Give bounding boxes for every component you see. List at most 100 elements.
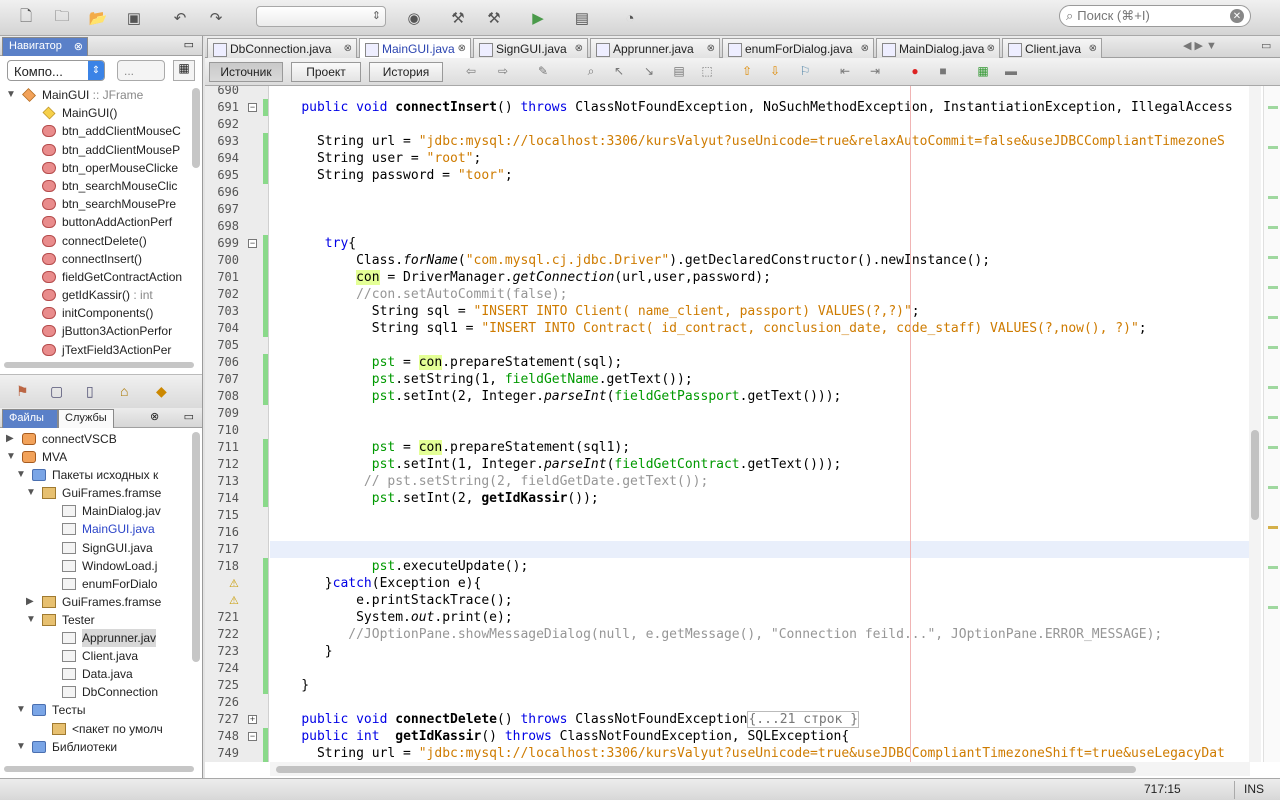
change-stripe-mark[interactable] (1268, 606, 1278, 609)
tree-item[interactable]: enumForDialo (0, 575, 190, 593)
warning-icon[interactable]: ⚠ (229, 594, 239, 607)
close-tab-icon[interactable]: ⊗ (344, 43, 352, 54)
stop-macro-icon[interactable]: ■ (935, 64, 951, 80)
fold-collapse-icon[interactable]: − (248, 239, 257, 248)
change-stripe-mark[interactable] (1268, 446, 1278, 449)
tree-item[interactable]: MainGUI.java (0, 520, 190, 538)
navigator-hscrollbar[interactable] (4, 362, 194, 368)
new-file-icon[interactable]: 🗋 (14, 6, 38, 30)
tree-item[interactable]: fieldGetContractAction (0, 268, 190, 286)
editor-tab[interactable]: SignGUI.java ⊗ (473, 38, 588, 58)
tree-item[interactable]: MainGUI() (0, 104, 190, 122)
tree-item[interactable]: jButton3ActionPerfor (0, 322, 190, 340)
inherited-filter-icon[interactable]: ◆ (156, 383, 167, 400)
tree-item[interactable]: ▼ Тесты (0, 701, 190, 719)
collapse-arrow-icon[interactable]: ▼ (16, 466, 26, 484)
close-icon[interactable]: ⊗ (74, 40, 83, 53)
fold-collapse-icon[interactable]: − (248, 732, 257, 741)
tree-item[interactable]: MainDialog.jav (0, 502, 190, 520)
code-line[interactable]: pst = con.prepareStatement(sql); (270, 354, 622, 371)
start-macro-icon[interactable]: ● (907, 64, 923, 80)
tree-item[interactable]: initComponents() (0, 304, 190, 322)
collapse-arrow-icon[interactable]: ▼ (26, 484, 36, 502)
shift-left-icon[interactable]: ⇤ (837, 64, 853, 80)
configuration-select[interactable] (256, 6, 386, 27)
tree-item[interactable]: buttonAddActionPerf (0, 213, 190, 231)
code-line[interactable]: pst = con.prepareStatement(sql1); (270, 439, 630, 456)
tree-item[interactable]: jTextField3ActionPer (0, 341, 190, 359)
profile-icon[interactable]: ◔ (618, 6, 642, 30)
navigator-filter-secondary[interactable]: ... (117, 60, 165, 81)
run-icon[interactable]: ▶ (526, 6, 550, 30)
change-stripe-mark[interactable] (1268, 286, 1278, 289)
editor-vertical-thumb[interactable] (1251, 430, 1259, 520)
editor-vertical-scrollbar[interactable] (1249, 86, 1261, 762)
code-line[interactable]: public void connectDelete() throws Class… (270, 711, 860, 728)
editor-tab[interactable]: Apprunner.java ⊗ (590, 38, 720, 58)
next-bookmark-icon[interactable]: ⇩ (767, 64, 783, 80)
tree-item[interactable]: DbConnection (0, 683, 190, 701)
tree-item[interactable]: getIdKassir() : int (0, 286, 190, 304)
change-stripe-mark[interactable] (1268, 316, 1278, 319)
code-line[interactable]: System.out.print(e); (270, 609, 513, 626)
editor-tab[interactable]: DbConnection.java ⊗ (207, 38, 357, 58)
clean-build-icon[interactable]: ⚒ (482, 6, 506, 30)
tree-item[interactable]: btn_searchMouseClic (0, 177, 190, 195)
tree-item[interactable]: ▼ MVA (0, 448, 190, 466)
change-stripe-mark[interactable] (1268, 256, 1278, 259)
tree-item[interactable]: btn_operMouseClicke (0, 159, 190, 177)
expand-arrow-icon[interactable]: ▶ (6, 430, 14, 448)
code-line[interactable]: pst.setString(1, fieldGetName.getText())… (270, 371, 693, 388)
redo-icon[interactable]: ↷ (204, 6, 228, 30)
tree-item[interactable]: WindowLoad.j (0, 557, 190, 575)
tree-item[interactable]: btn_searchMousePre (0, 195, 190, 213)
tab-history[interactable]: История (369, 62, 443, 82)
navigator-settings-icon[interactable]: ▦ (173, 60, 195, 81)
find-next-icon[interactable]: ↘ (641, 64, 657, 80)
tab-scroll-left-icon[interactable]: ◀ ▶ ▼ (1183, 39, 1217, 52)
code-area[interactable]: public void connectInsert() throws Class… (270, 86, 1250, 762)
tab-files[interactable]: Файлы (2, 409, 58, 428)
editor-tab[interactable]: MainDialog.java ⊗ (876, 38, 1000, 58)
collapse-arrow-icon[interactable]: ▼ (26, 611, 36, 629)
undo-icon[interactable]: ↶ (168, 6, 192, 30)
close-tab-icon[interactable]: ⊗ (707, 43, 715, 54)
minimize-icon[interactable]: ▭ (184, 410, 194, 423)
tree-item[interactable]: ▼ Tester (0, 611, 190, 629)
tree-item[interactable]: Data.java (0, 665, 190, 683)
code-line[interactable]: //JOptionPane.showMessageDialog(null, e.… (270, 626, 1162, 643)
tree-item[interactable]: ▼ Библиотеки (0, 738, 190, 756)
tree-item[interactable]: ▼ MainGUI :: JFrame (0, 86, 190, 104)
find-previous-icon[interactable]: ↖ (611, 64, 627, 80)
tree-item[interactable]: ▼ GuiFrames.framse (0, 484, 190, 502)
code-line[interactable]: String sql1 = "INSERT INTO Contract( id_… (270, 320, 1147, 337)
code-line[interactable]: String password = "toor"; (270, 167, 513, 184)
last-edit-icon[interactable]: ✎ (535, 64, 551, 80)
tree-item[interactable]: Client.java (0, 647, 190, 665)
forward-icon[interactable]: ⇨ (495, 64, 511, 80)
close-icon[interactable]: ⊗ (150, 410, 159, 423)
search-box[interactable]: ⌕ Поиск (⌘+I) ✕ (1059, 5, 1251, 27)
toggle-highlight-icon[interactable]: ▤ (671, 64, 687, 80)
toggle-bookmark-icon[interactable]: ⚐ (797, 64, 813, 80)
change-stripe-mark[interactable] (1268, 386, 1278, 389)
navigator-scrollbar[interactable] (192, 88, 200, 168)
clear-search-icon[interactable]: ✕ (1230, 9, 1244, 23)
code-line[interactable]: Class.forName("com.mysql.cj.jdbc.Driver"… (270, 252, 990, 269)
code-line[interactable]: e.printStackTrace(); (270, 592, 513, 609)
code-line[interactable]: pst.setInt(1, Integer.parseInt(fieldGetC… (270, 456, 842, 473)
warning-icon[interactable]: ⚠ (229, 577, 239, 590)
code-line[interactable]: try{ (270, 235, 356, 252)
tree-item[interactable]: SignGUI.java (0, 539, 190, 557)
change-stripe-mark[interactable] (1268, 106, 1278, 109)
collapse-arrow-icon[interactable]: ▼ (6, 86, 16, 104)
change-stripe-mark[interactable] (1268, 196, 1278, 199)
tree-item[interactable]: btn_addClientMouseP (0, 141, 190, 159)
fold-collapse-icon[interactable]: − (248, 103, 257, 112)
editor-horizontal-thumb[interactable] (276, 766, 1136, 773)
tree-item[interactable]: btn_addClientMouseC (0, 122, 190, 140)
code-line[interactable]: }catch(Exception e){ (270, 575, 482, 592)
code-line[interactable]: String sql = "INSERT INTO Client( name_c… (270, 303, 920, 320)
uncomment-icon[interactable]: ▬ (1003, 64, 1019, 80)
change-stripe-mark[interactable] (1268, 416, 1278, 419)
